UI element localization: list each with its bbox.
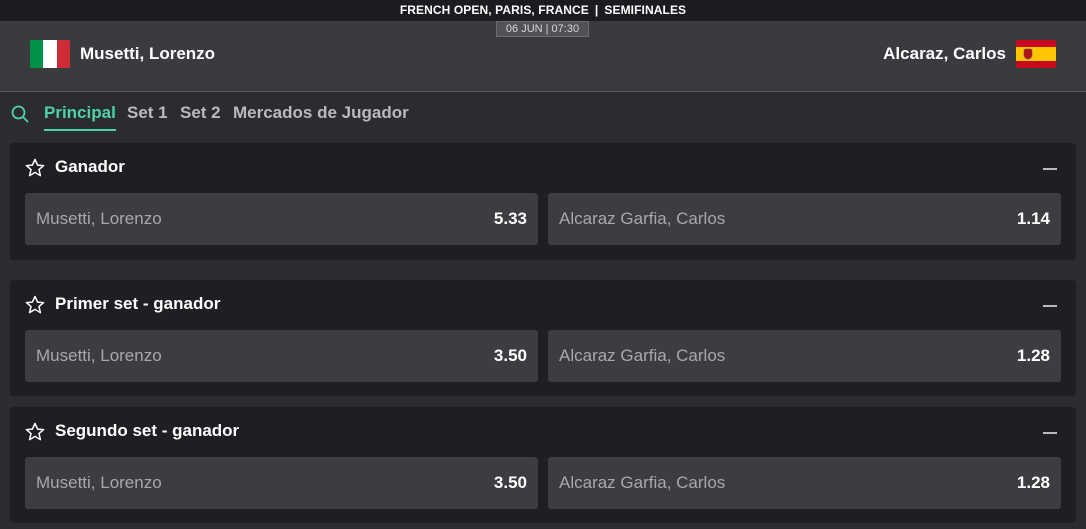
match-datetime: 06 JUN | 07:30 <box>496 21 589 37</box>
match-header: FRENCH OPEN, PARIS, FRANCE | SEMIFINALES 0… <box>0 0 1086 92</box>
outcome-price: 1.28 <box>1016 346 1050 365</box>
tab-mercados-de-jugador[interactable]: Mercados de Jugador <box>233 103 409 131</box>
event-info-bar: FRENCH OPEN, PARIS, FRANCE | SEMIFINALES <box>0 0 1086 21</box>
away-team: Alcaraz, Carlos <box>883 40 1056 68</box>
round-name: SEMIFINALES <box>604 3 687 17</box>
tab-set-2[interactable]: Set 2 <box>180 103 221 131</box>
odd-button-home[interactable]: Musetti, Lorenzo 5.33 <box>25 193 538 245</box>
outcome-price: 5.33 <box>493 209 527 228</box>
market-segundo-set-ganador: Segundo set - ganador Musetti, Lorenzo 3… <box>10 407 1076 523</box>
market-title: Primer set - ganador <box>55 294 221 313</box>
market-title: Segundo set - ganador <box>55 421 240 440</box>
collapse-icon[interactable] <box>1043 305 1057 307</box>
star-icon[interactable] <box>25 295 45 315</box>
market-primer-set-ganador: Primer set - ganador Musetti, Lorenzo 3.… <box>10 280 1076 396</box>
collapse-icon[interactable] <box>1043 432 1057 434</box>
outcome-name: Alcaraz Garfia, Carlos <box>559 346 726 365</box>
market-header[interactable]: Segundo set - ganador <box>10 407 1076 455</box>
home-team-name: Musetti, Lorenzo <box>80 44 216 63</box>
odd-button-away[interactable]: Alcaraz Garfia, Carlos 1.14 <box>548 193 1061 245</box>
outcome-name: Musetti, Lorenzo <box>36 209 162 228</box>
market-ganador: Ganador Musetti, Lorenzo 5.33 Alcaraz Ga… <box>10 143 1076 260</box>
outcome-price: 1.28 <box>1016 473 1050 492</box>
tab-principal[interactable]: Principal <box>44 103 116 131</box>
outcome-price: 3.50 <box>493 346 527 365</box>
event-info-separator: | <box>594 3 599 17</box>
odd-button-home[interactable]: Musetti, Lorenzo 3.50 <box>25 457 538 509</box>
outcome-name: Alcaraz Garfia, Carlos <box>559 473 726 492</box>
tab-set-1[interactable]: Set 1 <box>127 103 168 131</box>
market-header[interactable]: Primer set - ganador <box>10 280 1076 328</box>
outcome-name: Musetti, Lorenzo <box>36 473 162 492</box>
home-team: Musetti, Lorenzo <box>30 40 215 68</box>
market-header[interactable]: Ganador <box>10 143 1076 191</box>
odd-button-home[interactable]: Musetti, Lorenzo 3.50 <box>25 330 538 382</box>
outcome-name: Musetti, Lorenzo <box>36 346 162 365</box>
odd-button-away[interactable]: Alcaraz Garfia, Carlos 1.28 <box>548 330 1061 382</box>
away-team-name: Alcaraz, Carlos <box>883 44 1006 63</box>
outcome-price: 3.50 <box>493 473 527 492</box>
star-icon[interactable] <box>25 158 45 178</box>
tournament-name: FRENCH OPEN, PARIS, FRANCE <box>399 3 589 17</box>
collapse-icon[interactable] <box>1043 168 1057 170</box>
spain-flag-icon <box>1016 40 1056 68</box>
star-icon[interactable] <box>25 422 45 442</box>
outcome-name: Alcaraz Garfia, Carlos <box>559 209 726 228</box>
market-title: Ganador <box>55 157 125 176</box>
outcome-price: 1.14 <box>1016 209 1050 228</box>
odd-button-away[interactable]: Alcaraz Garfia, Carlos 1.28 <box>548 457 1061 509</box>
market-tabs: Principal Set 1 Set 2 Mercados de Jugado… <box>0 92 1086 134</box>
italy-flag-icon <box>30 40 70 68</box>
search-icon[interactable] <box>11 105 29 123</box>
